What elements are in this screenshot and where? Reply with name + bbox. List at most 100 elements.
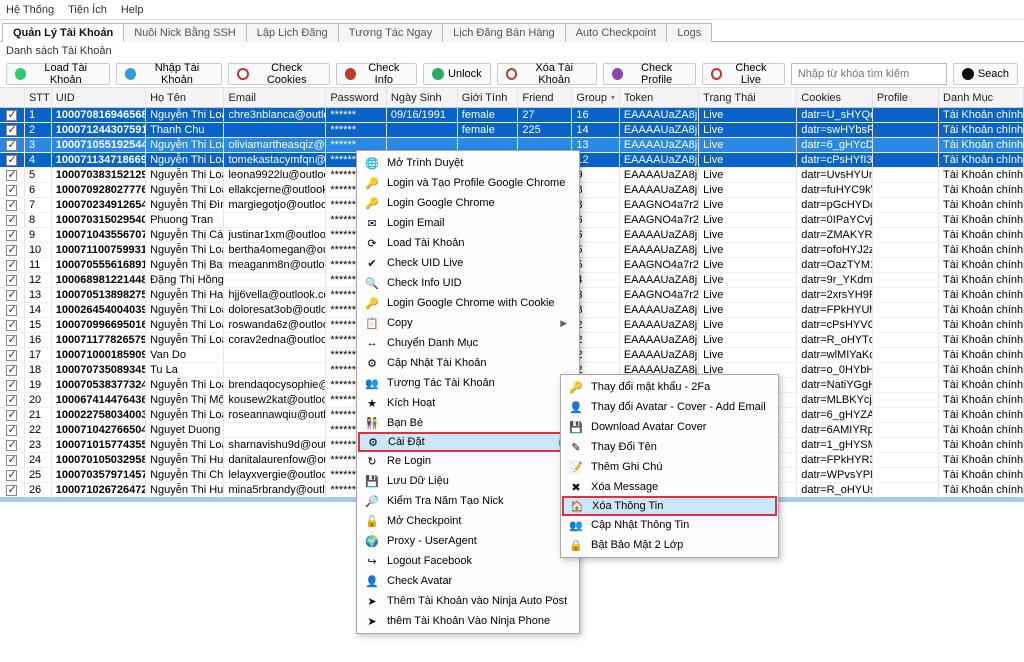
menu-item[interactable]: 💾Lưu Dữ Liệu▶ bbox=[359, 471, 577, 491]
menu-item[interactable]: 👤Thay đổi Avatar - Cover - Add Email bbox=[563, 397, 776, 417]
menu-item[interactable]: 👥Cập Nhật Thông Tin bbox=[563, 515, 776, 535]
col-token[interactable]: Token bbox=[620, 88, 699, 107]
menu-item[interactable]: 🔎Kiểm Tra Năm Tạo Nick bbox=[359, 491, 577, 511]
tab-checkpoint[interactable]: Auto Checkpoint bbox=[565, 23, 668, 42]
row-checkbox[interactable] bbox=[6, 365, 17, 376]
row-checkbox[interactable] bbox=[6, 170, 17, 181]
table-row[interactable]: 2100071244307591Thanh Chu******female225… bbox=[0, 123, 1024, 138]
search-input[interactable] bbox=[791, 63, 947, 85]
menu-item[interactable]: ➤thêm Tài Khoản Vào Ninja Phone bbox=[359, 611, 577, 631]
row-checkbox[interactable] bbox=[6, 470, 17, 481]
check-info-button[interactable]: Check Info bbox=[336, 63, 417, 85]
col-uid[interactable]: UID bbox=[52, 88, 146, 107]
menu-label: Xóa Thông Tin bbox=[592, 500, 663, 512]
col-friend[interactable]: Friend bbox=[518, 88, 572, 107]
menu-item[interactable]: ✎Thay Đổi Tên bbox=[563, 437, 776, 457]
col-cookies[interactable]: Cookies bbox=[797, 88, 873, 107]
unlock-button[interactable]: Unlock bbox=[423, 63, 491, 85]
menu-item[interactable]: 🌍Proxy - UserAgent▶ bbox=[359, 531, 577, 551]
menu-item[interactable]: ↔Chuyển Danh Mục bbox=[359, 333, 577, 353]
menu-item[interactable]: 🔍Check Info UID bbox=[359, 273, 577, 293]
menu-system[interactable]: Hệ Thống bbox=[6, 4, 54, 16]
row-checkbox[interactable] bbox=[6, 275, 17, 286]
menu-item[interactable]: 🔑Login Google Chrome with Cookie bbox=[359, 293, 577, 313]
row-checkbox[interactable] bbox=[6, 230, 17, 241]
menu-item[interactable]: 🌐Mở Trình Duyệt bbox=[359, 153, 577, 173]
menu-item[interactable]: ✉Login Email bbox=[359, 213, 577, 233]
row-checkbox[interactable] bbox=[6, 395, 17, 406]
menu-item[interactable]: ⚙Cài Đặt▶ bbox=[358, 432, 578, 452]
menu-item[interactable]: ⚙Cập Nhật Tài Khoản bbox=[359, 353, 577, 373]
tab-sales[interactable]: Lịch Đăng Bán Hàng bbox=[442, 23, 566, 42]
menu-item[interactable]: 🔑Login và Tạo Profile Google Chrome bbox=[359, 173, 577, 193]
row-checkbox[interactable] bbox=[6, 425, 17, 436]
col-gender[interactable]: Giới Tính bbox=[458, 88, 519, 107]
menu-bar[interactable]: Hệ Thống Tiện Ích Help bbox=[0, 0, 1024, 20]
menu-utilities[interactable]: Tiện Ích bbox=[68, 4, 107, 16]
menu-item[interactable]: ⟳Load Tài Khoản bbox=[359, 233, 577, 253]
row-checkbox[interactable] bbox=[6, 440, 17, 451]
menu-item[interactable]: 📝Thêm Ghi Chú bbox=[563, 457, 776, 477]
row-checkbox[interactable] bbox=[6, 380, 17, 391]
menu-item[interactable]: 🔑Thay đổi mật khẩu - 2Fa bbox=[563, 377, 776, 397]
col-profile[interactable]: Profile bbox=[873, 88, 939, 107]
menu-item[interactable]: 👫Bạn Bè▶ bbox=[359, 413, 577, 433]
col-password[interactable]: Password bbox=[326, 88, 387, 107]
check-cookies-button[interactable]: Check Cookies bbox=[228, 63, 329, 85]
row-checkbox[interactable] bbox=[6, 485, 17, 496]
row-checkbox[interactable] bbox=[6, 320, 17, 331]
context-menu-settings[interactable]: 🔑Thay đổi mật khẩu - 2Fa👤Thay đổi Avatar… bbox=[560, 374, 779, 558]
row-checkbox[interactable] bbox=[6, 140, 17, 151]
col-dob[interactable]: Ngày Sinh bbox=[387, 88, 458, 107]
menu-item[interactable]: 🔒Bật Bảo Mật 2 Lớp bbox=[563, 535, 776, 555]
check-live-button[interactable]: Check Live bbox=[702, 63, 785, 85]
menu-item[interactable]: ✖Xóa Message bbox=[563, 477, 776, 497]
menu-item[interactable]: 🔓Mở Checkpoint▶ bbox=[359, 511, 577, 531]
menu-item[interactable]: 👤Check Avatar bbox=[359, 571, 577, 591]
menu-item[interactable]: ✔Check UID Live bbox=[359, 253, 577, 273]
menu-item[interactable]: 🔑Login Google Chrome bbox=[359, 193, 577, 213]
row-checkbox[interactable] bbox=[6, 125, 17, 136]
search-button[interactable]: Seach bbox=[953, 63, 1018, 85]
col-group[interactable]: Group▾ bbox=[572, 88, 619, 107]
menu-help[interactable]: Help bbox=[121, 4, 144, 16]
tab-accounts[interactable]: Quản Lý Tài Khoản bbox=[2, 23, 124, 42]
col-stt[interactable]: STT bbox=[25, 88, 52, 107]
menu-item[interactable]: 🏠Xóa Thông Tin bbox=[562, 496, 777, 516]
menu-item[interactable]: 📋Copy▶ bbox=[359, 313, 577, 333]
row-checkbox[interactable] bbox=[6, 185, 17, 196]
table-row[interactable]: 1100070816946568Nguyễn Thi Loan…chre3nbl… bbox=[0, 108, 1024, 123]
row-checkbox[interactable] bbox=[6, 110, 17, 121]
context-menu-main[interactable]: 🌐Mở Trình Duyệt🔑Login và Tạo Profile Goo… bbox=[356, 150, 580, 634]
col-name[interactable]: Họ Tên bbox=[146, 88, 224, 107]
tab-ssh[interactable]: Nuôi Nick Bằng SSH bbox=[123, 23, 247, 42]
row-checkbox[interactable] bbox=[6, 155, 17, 166]
row-checkbox[interactable] bbox=[6, 260, 17, 271]
tab-logs[interactable]: Logs bbox=[666, 23, 712, 42]
menu-item[interactable]: ★Kích Hoạt bbox=[359, 393, 577, 413]
row-checkbox[interactable] bbox=[6, 200, 17, 211]
search-icon bbox=[962, 68, 974, 80]
row-checkbox[interactable] bbox=[6, 410, 17, 421]
tab-schedule[interactable]: Lập Lịch Đăng bbox=[246, 23, 339, 42]
row-checkbox[interactable] bbox=[6, 335, 17, 346]
delete-account-button[interactable]: Xóa Tài Khoản bbox=[497, 63, 597, 85]
menu-item[interactable]: 💾Download Avatar Cover bbox=[563, 417, 776, 437]
row-checkbox[interactable] bbox=[6, 215, 17, 226]
menu-item[interactable]: ↪Logout Facebook bbox=[359, 551, 577, 571]
tab-interact[interactable]: Tương Tác Ngay bbox=[338, 23, 443, 42]
col-category[interactable]: Danh Mục bbox=[939, 88, 1024, 107]
menu-item[interactable]: ➤Thêm Tài Khoản vào Ninja Auto Post bbox=[359, 591, 577, 611]
menu-item[interactable]: 👥Tương Tác Tài Khoản▶ bbox=[359, 373, 577, 393]
row-checkbox[interactable] bbox=[6, 350, 17, 361]
row-checkbox[interactable] bbox=[6, 290, 17, 301]
check-profile-button[interactable]: Check Profile bbox=[603, 63, 696, 85]
load-accounts-button[interactable]: Load Tài Khoản bbox=[6, 63, 110, 85]
row-checkbox[interactable] bbox=[6, 455, 17, 466]
col-status[interactable]: Trạng Thái bbox=[699, 88, 797, 107]
menu-item[interactable]: ↻Re Login bbox=[359, 451, 577, 471]
row-checkbox[interactable] bbox=[6, 305, 17, 316]
row-checkbox[interactable] bbox=[6, 245, 17, 256]
import-accounts-button[interactable]: Nhập Tài Khoản bbox=[116, 63, 222, 85]
col-email[interactable]: Email bbox=[224, 88, 326, 107]
